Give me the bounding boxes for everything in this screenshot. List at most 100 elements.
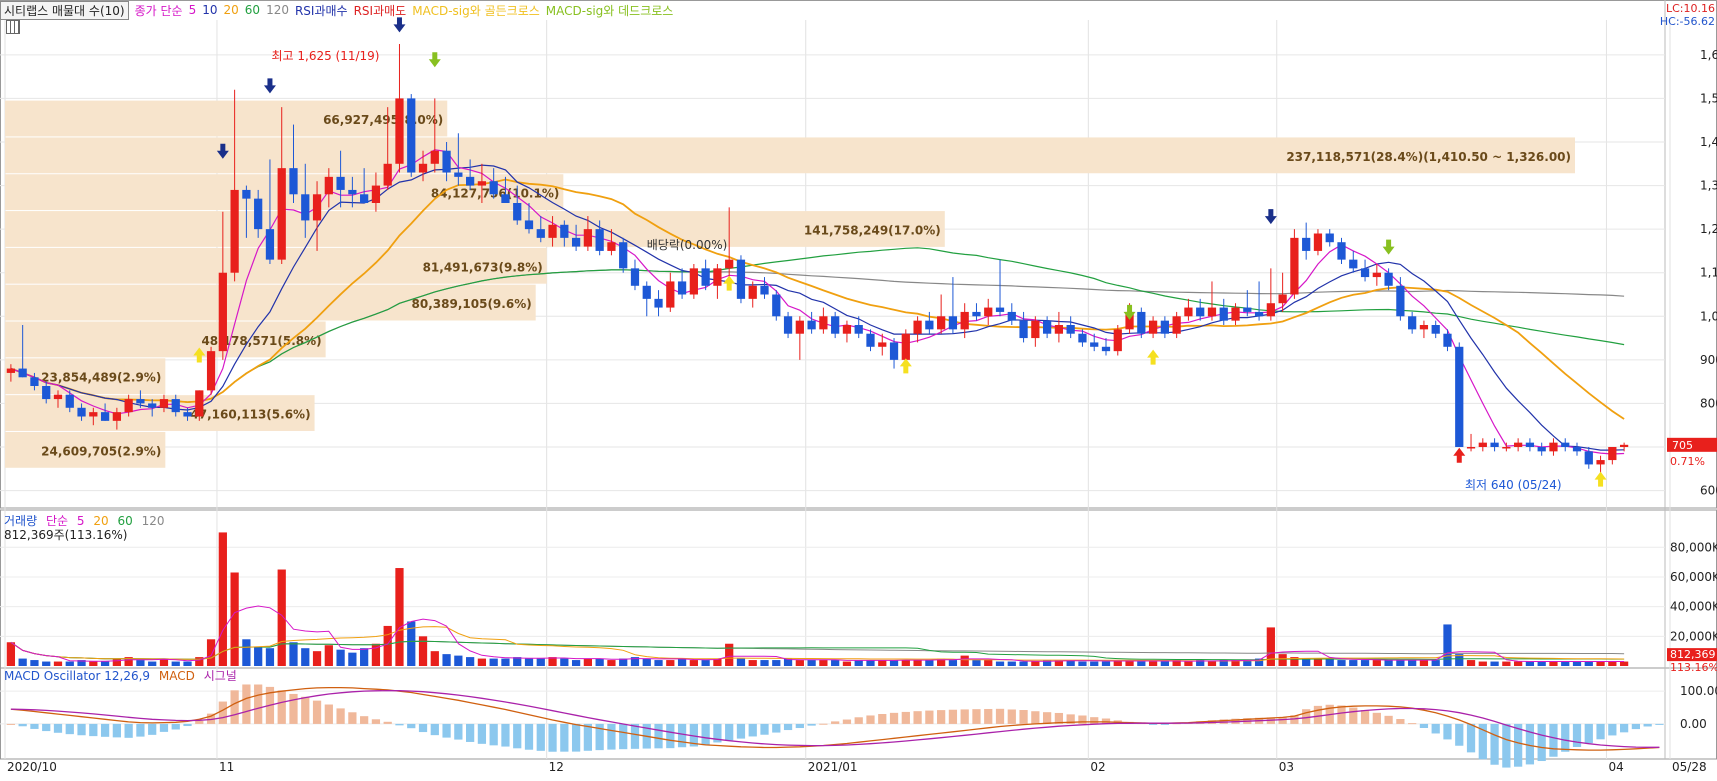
macd-tick-label: 0.00 [1680,717,1707,731]
candle-body [477,181,487,186]
macd-histogram-bar [619,723,628,750]
volume-bar [489,658,498,666]
candle-body [1219,307,1228,321]
chart-canvas[interactable]: 2020/1011122021/010203040505/281,6001,50… [0,0,1717,777]
candle-body [677,281,687,295]
candle-body [1525,442,1535,447]
macd-histogram-bar [360,716,369,724]
macd-histogram-bar [1537,723,1546,762]
candle-body [666,281,675,308]
candle-body [1254,311,1264,317]
volume-bar [560,658,569,666]
volume-bar [1313,658,1323,666]
candle-body [1231,307,1240,321]
candle-body [348,189,357,195]
volume-bar [1408,660,1417,666]
volume-profile-label: 66,927,495(8.0%) [323,113,443,127]
candle-body [1478,442,1487,447]
macd-histogram-bar [1160,723,1169,725]
macd-histogram-bar [1042,712,1052,724]
macd-histogram-bar [230,690,239,724]
candle-body [360,194,369,203]
candle-body [1443,333,1452,347]
candle-body [513,203,522,221]
rsi-buy-arrow [263,78,276,94]
volume-bar [1337,660,1346,666]
macd-histogram-bar [1631,723,1641,730]
x-axis-label: 11 [219,760,234,774]
volume-bar [1101,661,1111,666]
candle-body [1302,237,1311,251]
volume-bar [1302,658,1311,666]
volume-bar [218,532,227,666]
volume-bar [1490,661,1499,666]
x-axis-label: 12 [549,760,564,774]
golden-cross-arrow [1147,349,1160,365]
candle-body [1148,320,1158,334]
volume-bar [395,568,404,666]
candle-body [795,320,804,334]
candle-body [760,285,769,295]
volume-bar [1502,661,1511,666]
dead-cross-arrow [1382,239,1395,255]
price-tick-label: 1,300 [1700,179,1717,193]
volume-bar [1514,661,1523,666]
macd-histogram-bar [513,723,522,749]
macd-histogram-bar [171,723,180,730]
candle-body [689,268,698,295]
macd-histogram-bar [1349,707,1358,724]
candle-body [336,176,345,190]
macd-tick-label: 100.00 [1680,684,1717,698]
volume-bar [995,661,1005,666]
candle-body [995,307,1005,312]
volume-bar [265,648,275,666]
candle-body [1372,272,1381,278]
volume-bar [477,658,487,666]
stock-chart[interactable]: 2020/1011122021/010203040505/281,6001,50… [0,0,1717,777]
price-tick-label: 1,200 [1700,222,1717,236]
volume-bar [383,625,392,666]
volume-bar [348,652,357,666]
candle-body [878,342,887,347]
hc-value: HC:-56.62 [1659,15,1715,28]
last-price-label: 705 [1672,439,1693,452]
price-tick-label: 900 [1700,353,1717,367]
candle-body [1490,442,1499,447]
indicator-title[interactable]: 시티랩스 매물대 수(10) [0,0,129,20]
candle-body [1007,311,1016,321]
rsi-buy-label: RSI과매수 [294,3,348,18]
candle-body [230,189,239,273]
candle-body [407,98,416,173]
candle-body [1561,442,1570,447]
rsi-sell-arrow [1453,447,1466,463]
grid-toggle-icon[interactable] [6,20,20,34]
golden-cross-arrow [1594,471,1607,487]
macd-histogram-bar [1514,723,1523,767]
volume-bar [583,658,593,666]
candle-body [560,224,569,238]
macd-histogram-bar [1643,723,1652,727]
candle-body [536,229,545,238]
macd-histogram-bar [159,723,169,732]
macd-histogram-bar [630,723,640,749]
low-annotation: 최저 640 (05/24) [1465,478,1562,492]
macd-histogram-bar [889,712,899,724]
volume-bar [536,658,545,666]
candle-body [53,394,63,400]
x-axis-label: 04 [1608,760,1623,774]
macd-golden-label: MACD-sig와 골든크로스 [412,3,540,18]
volume-bar [1549,661,1558,666]
volume-bar [960,655,969,666]
volume-bar [112,658,121,666]
rsi-sell-label: RSI과매도 [353,3,407,18]
macd-histogram-bar [560,723,569,752]
macd-histogram-bar [89,723,98,737]
x-axis-label: 03 [1279,760,1294,774]
macd-histogram-bar [1584,723,1593,744]
macd-histogram-bar [842,719,852,724]
macd-title: MACD Oscillator 12,26,9 [4,669,151,683]
macd-histogram-bar [489,723,498,746]
macd-histogram-bar [677,723,687,748]
macd-histogram-bar [100,723,110,737]
macd-histogram-bar [1313,705,1323,724]
